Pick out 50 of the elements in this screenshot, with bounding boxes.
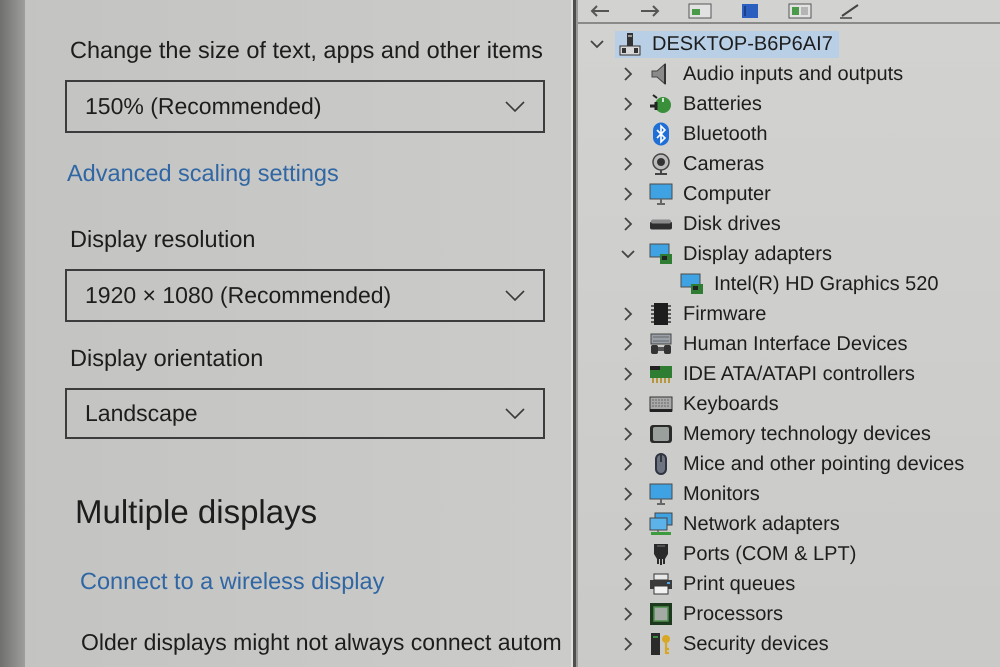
dropdown[interactable]: 1920 × 1080 (Recommended) (65, 269, 545, 322)
forward-arrow-icon[interactable] (638, 3, 662, 19)
dropdown[interactable]: Landscape (65, 388, 545, 439)
monitor-icon (649, 182, 673, 206)
field-label: Display resolution (69, 225, 256, 254)
chevron-down-icon (505, 290, 525, 301)
tree-item[interactable]: Intel(R) HD Graphics 520 (677, 270, 945, 298)
window-icon[interactable] (688, 3, 712, 19)
memory-card-icon (649, 422, 673, 446)
tree-item[interactable]: Memory technology devices (646, 420, 937, 448)
monitor-card-icon (649, 242, 673, 266)
tower-key-icon (649, 632, 673, 656)
panel-icon[interactable] (788, 3, 812, 19)
tree-item[interactable]: Security devices (646, 630, 835, 658)
chevron-down-icon (505, 101, 525, 112)
tree-item[interactable]: Processors (646, 600, 790, 628)
disk-drive-icon (649, 218, 673, 230)
chevron-down-icon (505, 408, 525, 419)
tree-item[interactable]: Human Interface Devices (646, 330, 914, 358)
tree-item[interactable]: Keyboards (646, 390, 785, 418)
field-label: Display orientation (69, 344, 264, 373)
tree-item[interactable]: Bluetooth (646, 120, 774, 148)
monitor-card-icon (680, 272, 704, 296)
tree-item[interactable]: Batteries (646, 90, 768, 118)
field-label: Change the size of text, apps and other items (69, 36, 543, 65)
processor-icon (649, 602, 673, 626)
back-arrow-icon[interactable] (588, 3, 612, 19)
network-monitors-icon (649, 512, 673, 536)
monitor-icon (649, 482, 673, 506)
tree-item[interactable]: Display adapters (646, 240, 838, 268)
tree-item[interactable]: Mice and other pointing devices (646, 450, 970, 478)
tree-item[interactable]: Cameras (646, 150, 770, 178)
tree-item[interactable]: Firmware (646, 300, 772, 328)
description-text: Older displays might not always connect autom (80, 628, 562, 657)
printer-icon (649, 572, 673, 596)
tree-item[interactable]: Network adapters (646, 510, 846, 538)
chip-icon (649, 302, 673, 326)
dropdown[interactable]: 150% (Recommended) (65, 80, 545, 133)
tree-item[interactable]: Computer (646, 180, 777, 208)
tree-item[interactable]: Print queues (646, 570, 802, 598)
tree-item[interactable]: DESKTOP-B6P6AI7 (615, 30, 839, 58)
battery-plug-icon (649, 92, 673, 116)
keyboard-gamepad-icon (649, 332, 673, 356)
tree-item[interactable]: Audio inputs and outputs (646, 60, 910, 88)
tree-item[interactable]: IDE ATA/ATAPI controllers (646, 360, 921, 388)
section-heading: Multiple displays (74, 492, 318, 532)
tree-item[interactable]: Monitors (646, 480, 766, 508)
tree-item[interactable]: Disk drives (646, 210, 787, 238)
tree-item[interactable]: Ports (COM & LPT) (646, 540, 862, 568)
computer-icon (618, 32, 642, 56)
